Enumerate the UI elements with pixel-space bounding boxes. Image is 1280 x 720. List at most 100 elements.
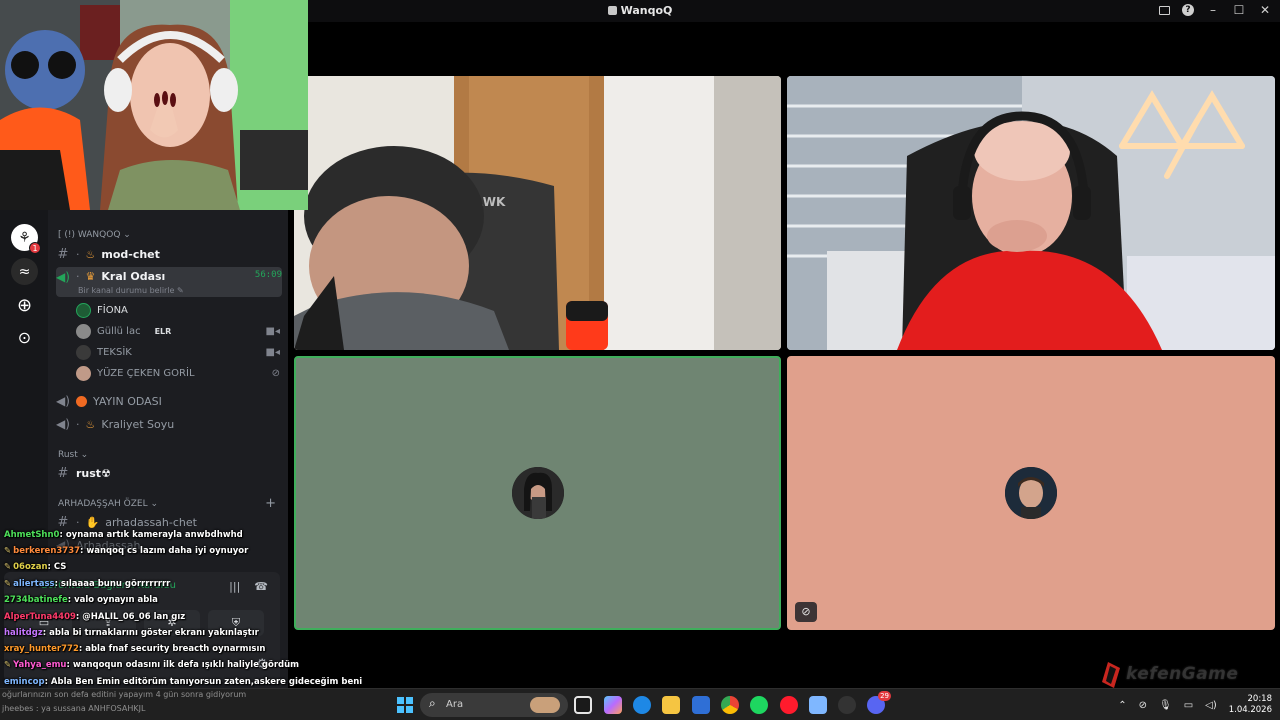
help-icon[interactable]: ?	[1182, 4, 1194, 16]
red-circle-icon	[76, 395, 87, 407]
close-button[interactable]: ✕	[1258, 3, 1272, 17]
disconnect-icon[interactable]: ☎	[254, 580, 268, 593]
text-channel-icon: #	[57, 246, 69, 262]
add-server-icon[interactable]: ⊕	[11, 292, 38, 319]
search-icon: ⌕	[429, 696, 436, 710]
video-tile-bottom-right[interactable]: ⊘	[787, 356, 1275, 630]
watermark-logo	[1102, 662, 1120, 688]
network-app-icon[interactable]	[809, 696, 827, 714]
taskbar-search[interactable]: ⌕ Ara	[420, 693, 568, 717]
channel-mod-chet[interactable]: # · ♨ mod-chet	[56, 244, 282, 264]
edge-icon[interactable]	[633, 696, 651, 714]
spotify-icon[interactable]	[750, 696, 768, 714]
chat-message: ✎ berkeren3737: wanqoq cs lazım daha iyi …	[4, 546, 249, 556]
text-channel-icon: #	[57, 465, 69, 481]
voice-user-teksik[interactable]: TEKSİK ■◂	[76, 342, 280, 362]
volume-icon[interactable]: ◁)	[1205, 700, 1217, 711]
chat-message: ✎ Yahya_emu: wanqoqun odasını ilk defa ış…	[4, 660, 300, 670]
task-view-icon[interactable]	[574, 696, 592, 714]
chevron-up-icon[interactable]: ⌃	[1118, 700, 1126, 711]
muted-icon: ⊘	[271, 367, 280, 379]
channel-rust[interactable]: # rust☢	[56, 463, 282, 483]
chat-message: AhmetShn0: oynama artık kamerayla anwbdh…	[4, 530, 243, 540]
video-tile-top-right[interactable]	[787, 76, 1275, 350]
channel-arhadassah-chet[interactable]: # · ✋ arhadassah-chet	[56, 512, 282, 532]
mic-icon[interactable]: 🎙	[1159, 700, 1172, 711]
notification-badge: 1	[29, 242, 41, 254]
chat-message: 2734batinefe: valo oynayın abla	[4, 595, 158, 605]
camera-icon: ■◂	[265, 346, 280, 358]
voice-user-gullu[interactable]: Güllü lac ELR ■◂	[76, 321, 280, 341]
monitor-icon[interactable]: ▭	[1184, 700, 1193, 711]
fire-icon: ♨	[85, 417, 96, 431]
windows-start-icon[interactable]	[396, 696, 414, 714]
video-tile-top-left[interactable]: HAWK	[294, 76, 781, 350]
discord-icon[interactable]: 29	[867, 691, 891, 714]
obs-icon[interactable]	[838, 696, 856, 714]
chrome-icon[interactable]	[721, 696, 739, 714]
voice-channel-icon: ◀)	[56, 394, 70, 408]
chat-message: ✎ 06ozan: CS	[4, 562, 67, 572]
pencil-icon: ✎	[4, 546, 12, 556]
pencil-icon: ✎	[4, 660, 12, 670]
discord-badge: 29	[878, 691, 891, 701]
user-avatar	[76, 344, 91, 360]
video-tile-bottom-left-speaking[interactable]	[294, 356, 781, 630]
channel-watermark: kefenGame	[1098, 660, 1260, 690]
copilot-icon[interactable]	[604, 696, 622, 714]
windows-taskbar: oğurlarınızın son defa editini yapayım 4…	[0, 688, 1280, 720]
user-avatar	[76, 302, 91, 318]
voice-user-fiona[interactable]: FİONA	[76, 300, 280, 320]
file-explorer-icon[interactable]	[662, 696, 680, 714]
titlebar-controls: ? – ☐ ✕	[1159, 3, 1272, 17]
chat-message: xray_hunter772: abla fnaf security breac…	[4, 644, 266, 654]
clock[interactable]: 20:18 1.04.2026	[1229, 694, 1272, 716]
channel-yayin-odasi[interactable]: ◀) YAYIN ODASI	[56, 391, 282, 411]
muted-mic-icon: ⊘	[795, 602, 817, 622]
network-off-icon[interactable]: ⊘	[1139, 700, 1147, 711]
chat-ticker-line: jheebes : ya sussana ANHFOSAHKJL	[2, 704, 146, 713]
opera-icon[interactable]	[780, 696, 798, 714]
minimize-button[interactable]: –	[1206, 3, 1220, 17]
voice-panel-icons: ||| ☎	[229, 580, 268, 593]
participant-avatar	[1005, 467, 1057, 519]
camera-icon: ■◂	[265, 325, 280, 337]
maximize-button[interactable]: ☐	[1232, 3, 1246, 17]
app-icon	[607, 6, 617, 15]
store-icon[interactable]	[692, 696, 710, 714]
fire-icon: ♨	[85, 247, 96, 261]
noise-suppression-icon[interactable]: |||	[229, 580, 240, 593]
add-channel-icon[interactable]: +	[265, 496, 276, 511]
voice-channel-icon: ◀)	[56, 417, 70, 431]
chat-message: AlperTuna4409: @HALIL_06_06 lan gız	[4, 612, 186, 622]
webcam-feed	[0, 0, 308, 210]
search-highlight-icon	[530, 697, 560, 713]
category-wanqoq[interactable]: [ (!) WANQOQ ⌄	[58, 230, 131, 240]
participant-avatar	[511, 467, 564, 519]
chat-message: ✎ aliertass: sılaaaa bunu görrrrrrrr	[4, 579, 171, 589]
channel-status-hint[interactable]: Bir kanal durumu belirle ✎	[78, 286, 184, 295]
chat-message: halitdgz: abla bi tırnaklarını göster ek…	[4, 628, 259, 638]
pencil-icon: ✎	[4, 579, 12, 589]
pencil-icon: ✎	[4, 562, 12, 572]
server-icon-guild[interactable]: ≈	[11, 258, 38, 285]
channel-kraliyet-soyu[interactable]: ◀) · ♨ Kraliyet Soyu	[56, 414, 282, 434]
crown-icon: ♛	[85, 270, 96, 283]
server-icon-home[interactable]: ⚘ 1	[11, 224, 41, 254]
video-feed-man-headphones	[787, 76, 1275, 350]
category-rust[interactable]: Rust ⌄	[58, 450, 88, 460]
user-avatar	[76, 323, 91, 339]
user-avatar	[76, 365, 91, 381]
category-arhadassah[interactable]: ARHADAŞŞAH ÖZEL ⌄	[58, 499, 158, 509]
system-tray: ⌃ ⊘ 🎙 ▭ ◁) 20:18 1.04.2026	[1118, 693, 1272, 717]
voice-channel-icon: ◀)	[56, 270, 70, 284]
user-tag: ELR	[154, 326, 172, 336]
text-channel-icon: #	[57, 514, 69, 530]
explore-icon[interactable]: ⊙	[11, 324, 38, 351]
chat-message: emincop: Abla Ben Emin editörüm tanıyors…	[4, 677, 363, 687]
hand-icon: ✋	[85, 515, 100, 529]
voice-user-goril[interactable]: YÜZE ÇEKEN GORİL ⊘	[76, 363, 280, 383]
video-feed-man-laughing: HAWK	[294, 76, 781, 350]
screen-share-icon[interactable]	[1159, 5, 1170, 15]
streamer-webcam	[0, 0, 308, 210]
